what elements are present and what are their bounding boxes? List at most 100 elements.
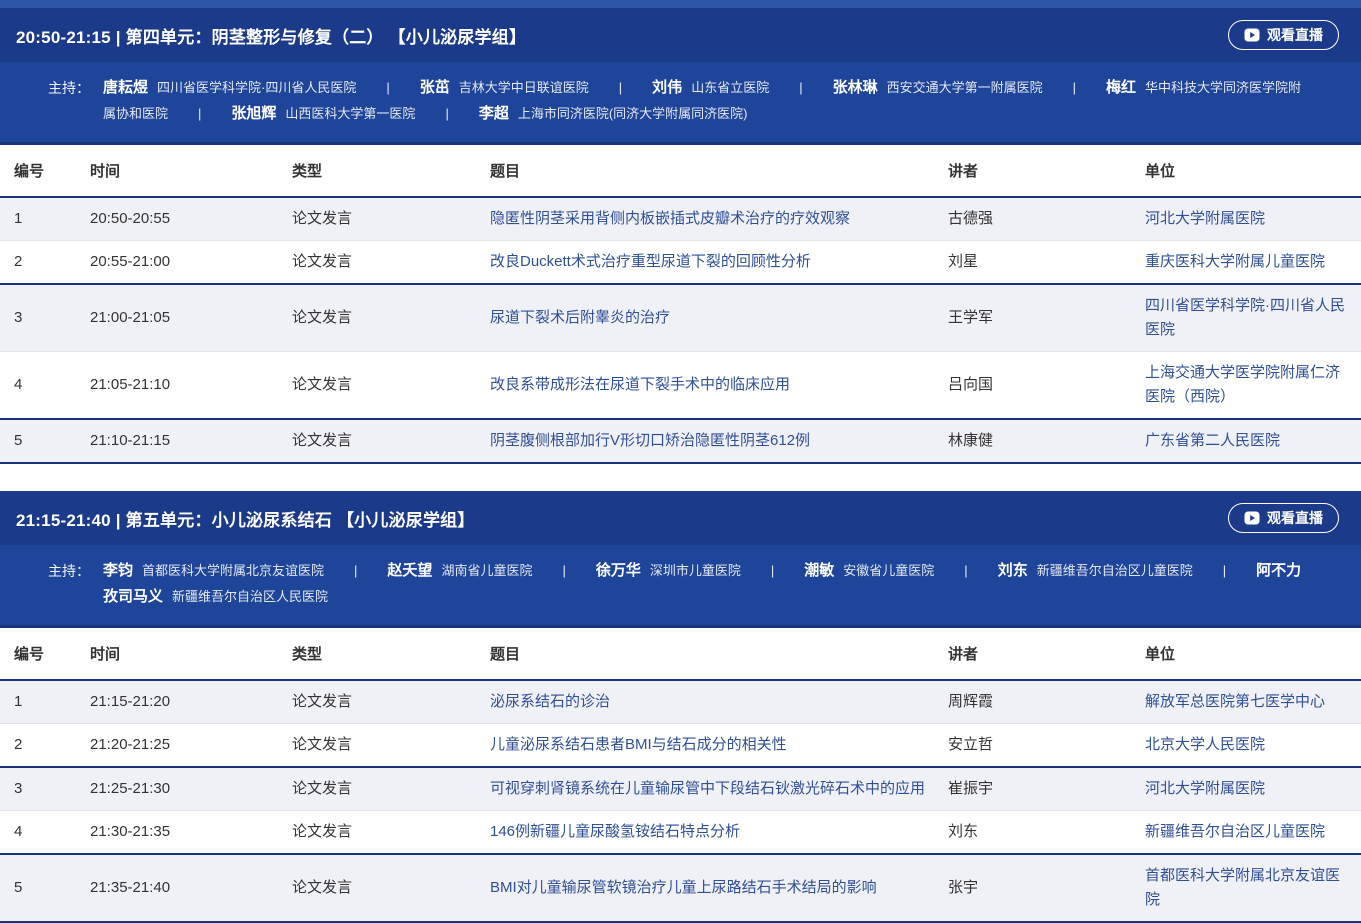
session-title: 21:15-21:40 | 第五单元：小儿泌尿系结石 【小儿泌尿学组】 [16, 506, 475, 531]
moderator-separator: | [168, 101, 231, 127]
schedule-table: 编号时间类型题目讲者单位 121:15-21:20论文发言泌尿系结石的诊治周辉霞… [0, 625, 1361, 923]
cell-title: 阴茎腹侧根部加行V形切口矫治隐匿性阴茎612例 [490, 419, 948, 463]
moderator-name: 张茁 [420, 79, 450, 96]
watch-live-button[interactable]: 观看直播 [1228, 503, 1339, 533]
column-header-time: 时间 [90, 144, 292, 198]
cell-speaker: 林康健 [948, 419, 1145, 463]
cell-speaker: 安立哲 [948, 724, 1145, 768]
moderators-bar: 主持： 李钧首都医科大学附属北京友谊医院 | 赵夭望湖南省儿童医院 | 徐万华深圳市儿童… [0, 545, 1361, 625]
moderator-name: 张旭辉 [231, 105, 276, 122]
moderator-affiliation: 新疆维吾尔自治区人民医院 [172, 589, 328, 604]
cell-unit: 河北大学附属医院 [1145, 197, 1361, 241]
schedule-row: 221:20-21:25论文发言儿童泌尿系结石患者BMI与结石成分的相关性安立哲… [0, 724, 1361, 768]
cell-no: 5 [0, 854, 90, 922]
table-body: 120:50-20:55论文发言隐匿性阴茎采用背侧内板嵌插式皮瓣术治疗的疗效观察… [0, 197, 1361, 463]
play-icon [1244, 510, 1260, 526]
cell-type: 论文发言 [292, 352, 490, 420]
moderator-affiliation: 上海市同济医院(同济大学附属同济医院) [518, 106, 748, 121]
session-section: 20:50-21:15 | 第四单元：阴茎整形与修复（二） 【小儿泌尿学组】 观… [0, 8, 1361, 464]
moderator: 潮敏安徽省儿童医院 [804, 563, 934, 578]
cell-unit: 广东省第二人民医院 [1145, 419, 1361, 463]
cell-unit: 首都医科大学附属北京友谊医院 [1145, 854, 1361, 922]
cell-time: 21:05-21:10 [90, 352, 292, 420]
moderator-separator: | [769, 75, 832, 101]
moderator-name: 潮敏 [804, 562, 834, 579]
cell-speaker: 吕向国 [948, 352, 1145, 420]
cell-time: 21:20-21:25 [90, 724, 292, 768]
clipped-element-top-strip [0, 0, 1361, 8]
column-header-unit: 单位 [1145, 627, 1361, 681]
cell-speaker: 刘东 [948, 811, 1145, 855]
moderators-label: 主持： [48, 558, 90, 584]
session-header: 20:50-21:15 | 第四单元：阴茎整形与修复（二） 【小儿泌尿学组】 观… [0, 8, 1361, 62]
moderator-affiliation: 四川省医学科学院·四川省人民医院 [157, 80, 356, 95]
moderator-affiliation: 安徽省儿童医院 [843, 563, 934, 578]
moderator-affiliation: 湖南省儿童医院 [441, 563, 532, 578]
schedule-row: 120:50-20:55论文发言隐匿性阴茎采用背侧内板嵌插式皮瓣术治疗的疗效观察… [0, 197, 1361, 241]
cell-title: 隐匿性阴茎采用背侧内板嵌插式皮瓣术治疗的疗效观察 [490, 197, 948, 241]
moderator-separator: | [415, 101, 478, 127]
sessions-list: 20:50-21:15 | 第四单元：阴茎整形与修复（二） 【小儿泌尿学组】 观… [0, 8, 1361, 923]
cell-unit: 上海交通大学医学院附属仁济医院（西院） [1145, 352, 1361, 420]
moderator: 张茁吉林大学中日联谊医院 [420, 80, 589, 95]
cell-type: 论文发言 [292, 197, 490, 241]
moderator: 刘东新疆维吾尔自治区儿童医院 [998, 563, 1193, 578]
cell-unit: 北京大学人民医院 [1145, 724, 1361, 768]
watch-live-button[interactable]: 观看直播 [1228, 20, 1339, 50]
watch-live-label: 观看直播 [1267, 508, 1323, 528]
cell-time: 21:35-21:40 [90, 854, 292, 922]
cell-type: 论文发言 [292, 419, 490, 463]
column-header-type: 类型 [292, 144, 490, 198]
column-header-no: 编号 [0, 144, 90, 198]
table-body: 121:15-21:20论文发言泌尿系结石的诊治周辉霞解放军总医院第七医学中心2… [0, 680, 1361, 922]
moderator-name: 刘东 [998, 562, 1028, 579]
cell-type: 论文发言 [292, 284, 490, 352]
cell-type: 论文发言 [292, 724, 490, 768]
moderator-name: 梅红 [1106, 79, 1136, 96]
cell-title: 改良Duckett术式治疗重型尿道下裂的回顾性分析 [490, 241, 948, 285]
cell-time: 21:15-21:20 [90, 680, 292, 724]
moderator-name: 刘伟 [652, 79, 682, 96]
moderator-affiliation: 西安交通大学第一附属医院 [887, 80, 1043, 95]
watch-live-label: 观看直播 [1267, 25, 1323, 45]
cell-time: 20:50-20:55 [90, 197, 292, 241]
moderator-separator: | [589, 75, 652, 101]
schedule-row: 421:05-21:10论文发言改良系带成形法在尿道下裂手术中的临床应用吕向国上… [0, 352, 1361, 420]
moderator: 李钧首都医科大学附属北京友谊医院 [103, 563, 324, 578]
moderator-separator: | [1193, 558, 1256, 584]
column-header-type: 类型 [292, 627, 490, 681]
cell-type: 论文发言 [292, 811, 490, 855]
moderator-name: 徐万华 [596, 562, 641, 579]
cell-no: 1 [0, 197, 90, 241]
cell-type: 论文发言 [292, 767, 490, 811]
schedule-row: 521:10-21:15论文发言阴茎腹侧根部加行V形切口矫治隐匿性阴茎612例林… [0, 419, 1361, 463]
moderator: 张林琳西安交通大学第一附属医院 [833, 80, 1043, 95]
moderator: 唐耘煜四川省医学科学院·四川省人民医院 [103, 80, 356, 95]
cell-no: 4 [0, 352, 90, 420]
session-header: 21:15-21:40 | 第五单元：小儿泌尿系结石 【小儿泌尿学组】 观看直播 [0, 491, 1361, 545]
cell-unit: 四川省医学科学院·四川省人民医院 [1145, 284, 1361, 352]
cell-type: 论文发言 [292, 854, 490, 922]
moderator-name: 赵夭望 [387, 562, 432, 579]
cell-unit: 新疆维吾尔自治区儿童医院 [1145, 811, 1361, 855]
column-header-title: 题目 [490, 627, 948, 681]
cell-no: 3 [0, 284, 90, 352]
moderator-name: 唐耘煜 [103, 79, 148, 96]
column-header-no: 编号 [0, 627, 90, 681]
column-header-unit: 单位 [1145, 144, 1361, 198]
moderator-affiliation: 深圳市儿童医院 [650, 563, 741, 578]
moderator-affiliation: 新疆维吾尔自治区儿童医院 [1037, 563, 1193, 578]
moderator-name: 张林琳 [833, 79, 878, 96]
cell-type: 论文发言 [292, 241, 490, 285]
cell-no: 2 [0, 724, 90, 768]
moderator: 赵夭望湖南省儿童医院 [387, 563, 532, 578]
moderator: 刘伟山东省立医院 [652, 80, 769, 95]
moderator-name: 李超 [479, 105, 509, 122]
moderator-separator: | [934, 558, 997, 584]
cell-speaker: 张宇 [948, 854, 1145, 922]
column-header-title: 题目 [490, 144, 948, 198]
cell-time: 20:55-21:00 [90, 241, 292, 285]
cell-no: 3 [0, 767, 90, 811]
cell-title: 儿童泌尿系结石患者BMI与结石成分的相关性 [490, 724, 948, 768]
cell-speaker: 崔振宇 [948, 767, 1145, 811]
